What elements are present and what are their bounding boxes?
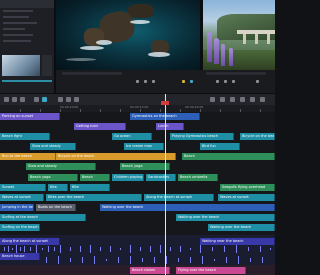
timeline-clip[interactable]: Bird fun <box>200 143 240 150</box>
audio-clip[interactable]: Walking near the beach <box>200 238 275 245</box>
browser-row[interactable] <box>3 10 33 12</box>
ruler-label: 00:00:10:00 <box>60 105 79 109</box>
trim-tool-icon[interactable] <box>12 97 17 102</box>
timeline-clip[interactable]: Beach fight <box>0 133 50 140</box>
timeline-clip[interactable]: Playing Gymnastics beach <box>170 133 234 140</box>
timeline-clip[interactable]: Boats on the beach <box>36 204 76 211</box>
audio-clip[interactable]: Along the beach at sunset <box>0 238 60 245</box>
timeline-clip[interactable]: Kite <box>48 184 68 191</box>
timeline-clip[interactable]: Waves at sunset <box>0 194 44 201</box>
play-icon[interactable] <box>144 80 147 83</box>
timeline-clip[interactable]: Beach yoga <box>120 163 170 170</box>
skip-forward-icon[interactable] <box>232 80 235 83</box>
bottom-clips-row: Beach slalom Flying over the beach <box>0 265 275 275</box>
link-icon[interactable] <box>42 97 47 102</box>
audio-meter-icon[interactable] <box>210 97 215 102</box>
wave-foam <box>66 58 96 61</box>
bridge-pier <box>267 34 270 44</box>
snap-icon[interactable] <box>34 97 39 102</box>
viewer-scrub-bar[interactable] <box>62 72 122 75</box>
browser-header <box>0 0 54 8</box>
lupine-flower <box>207 32 212 62</box>
wave-foam <box>80 46 104 50</box>
audio-waveform <box>40 256 275 264</box>
viewer-scrub-bar[interactable] <box>206 72 266 75</box>
audio-clip[interactable]: Beach house <box>0 253 40 260</box>
timeline-clip[interactable]: Parking on sunset <box>0 113 60 120</box>
in-point-icon[interactable] <box>190 80 193 83</box>
skip-back-icon[interactable] <box>136 80 139 83</box>
timeline-clip[interactable]: Bicycle on the beach <box>56 153 176 160</box>
wave-foam <box>96 40 112 45</box>
playhead-handle[interactable] <box>161 101 169 105</box>
browser-row[interactable] <box>3 16 29 18</box>
viewer-controls <box>56 70 275 93</box>
blade-tool-icon[interactable] <box>20 97 25 102</box>
marker-icon[interactable] <box>182 80 185 83</box>
rock-island <box>128 4 154 18</box>
media-thumbnail[interactable] <box>2 55 40 76</box>
timeline-clip[interactable]: Beach umbrella <box>178 174 218 181</box>
browser-row[interactable] <box>3 22 37 24</box>
lock-icon[interactable] <box>66 97 71 102</box>
timeline-clip[interactable]: Jumping in the beach <box>0 204 34 211</box>
timeline-clip[interactable]: Children playing <box>112 174 144 181</box>
timeline-clip[interactable]: Seagulls flying overhead <box>220 184 275 191</box>
lupine-flower <box>221 44 225 66</box>
flag-icon[interactable] <box>58 97 63 102</box>
timeline-clip[interactable]: Beach yoga <box>28 174 78 181</box>
zoom-in-icon[interactable] <box>240 97 245 102</box>
bridge-pier <box>255 34 258 44</box>
viewer-ocean-aerial[interactable] <box>56 0 200 70</box>
timeline-clip[interactable]: Beach <box>182 153 275 160</box>
timeline-clip[interactable]: Walking over the beach <box>100 204 275 211</box>
timeline-clip[interactable]: Bicycle on the beach <box>240 133 275 140</box>
browser-selection-bar[interactable] <box>2 80 52 82</box>
audio-waveform <box>0 245 275 253</box>
skip-back-icon[interactable] <box>216 80 219 83</box>
timeline-clip[interactable]: Surfing at the beach <box>0 214 86 221</box>
browser-row[interactable] <box>3 40 31 42</box>
bridge-pier <box>243 34 246 44</box>
timeline-clip[interactable]: Along the beach at sunset <box>144 194 214 201</box>
timeline-clip[interactable]: Surfing on the beach <box>0 224 40 231</box>
settings-icon[interactable] <box>256 80 259 83</box>
timeline-clip[interactable]: Flying over the beach <box>176 267 246 274</box>
timeline-clip[interactable]: Slow and steady <box>26 163 96 170</box>
timeline-clip[interactable]: Kite <box>70 184 110 191</box>
menu-icon[interactable] <box>260 97 265 102</box>
lupine-flower <box>229 48 233 66</box>
settings-icon[interactable] <box>230 97 235 102</box>
timeline-clip[interactable]: Ice cream man <box>124 143 164 150</box>
timeline-clip[interactable]: Run to the beach <box>0 153 56 160</box>
timeline-ruler[interactable]: 00:00:10:00 00:00:15:00 00:00:20:00 <box>0 105 275 112</box>
playhead[interactable] <box>165 94 166 275</box>
timeline-clip[interactable]: Waves at sunset <box>218 194 275 201</box>
timeline-clip[interactable]: Beach slalom <box>130 267 170 274</box>
selection-tool-icon[interactable] <box>4 97 9 102</box>
viewer-coast-bridge[interactable] <box>203 0 275 70</box>
wave-foam <box>148 52 170 57</box>
timeline-clip[interactable]: Lunch <box>156 123 184 130</box>
media-browser <box>0 0 54 93</box>
timeline-clip[interactable]: Sunset <box>0 184 46 191</box>
browser-row[interactable] <box>3 34 33 36</box>
lupine-flower <box>214 38 219 64</box>
timeline-clip[interactable]: Go ocean <box>112 133 152 140</box>
timeline-clip[interactable]: Getting hold <box>74 123 126 130</box>
timeline-clip[interactable]: Sandcastles <box>146 174 176 181</box>
skip-forward-icon[interactable] <box>152 80 155 83</box>
zoom-icon[interactable] <box>74 97 79 102</box>
timeline-clip[interactable]: Kites over the beach <box>46 194 142 201</box>
thumbnail-side <box>42 55 52 76</box>
browser-row[interactable] <box>3 28 25 30</box>
timeline-clip[interactable]: Walking over the beach <box>208 224 275 231</box>
play-icon[interactable] <box>224 80 227 83</box>
timeline-clip[interactable]: Walking over the beach <box>176 214 275 221</box>
wave-foam <box>130 20 150 24</box>
fullscreen-icon[interactable] <box>220 97 225 102</box>
zoom-out-icon[interactable] <box>250 97 255 102</box>
timeline-clip[interactable]: Beach <box>80 174 110 181</box>
timeline-clip[interactable]: Slow and steady <box>30 143 76 150</box>
